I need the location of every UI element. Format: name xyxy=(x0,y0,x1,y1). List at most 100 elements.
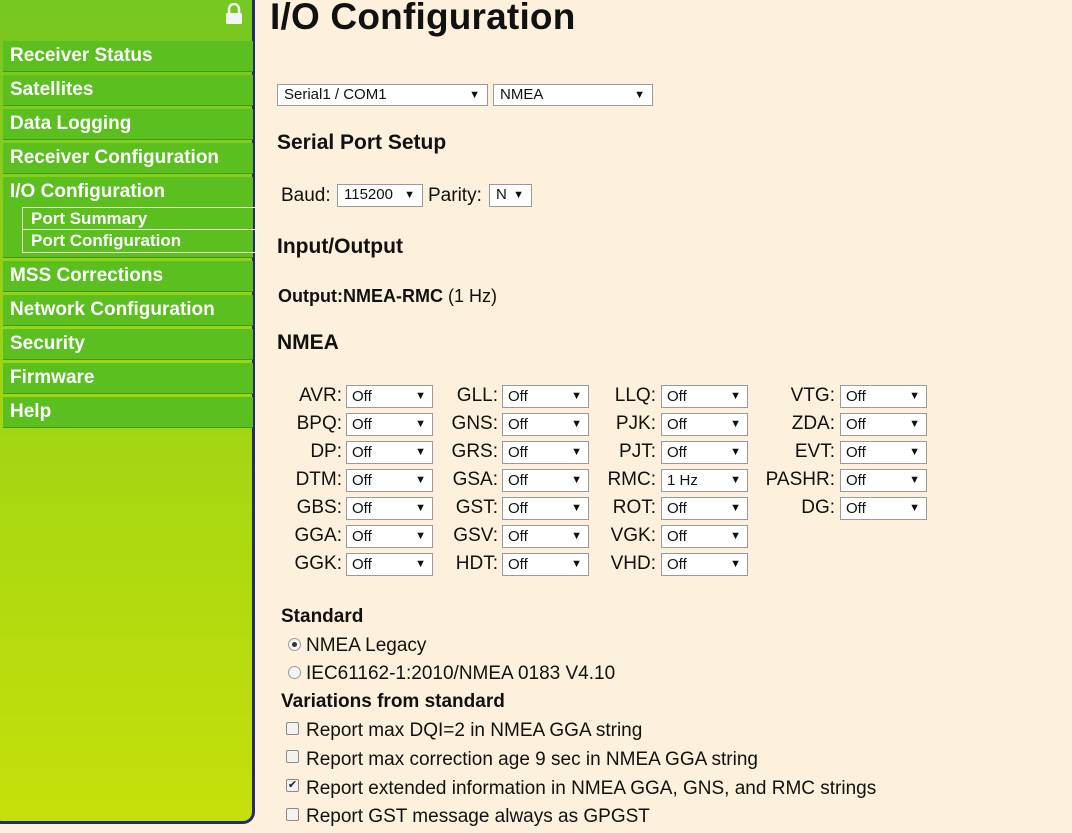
chevron-down-icon: ▼ xyxy=(571,502,582,514)
protocol-select[interactable]: NMEA ▼ xyxy=(493,84,653,106)
nmea-rate-select-dp[interactable]: Off ▼ xyxy=(346,441,433,464)
nmea-rate-value: Off xyxy=(846,444,866,461)
nmea-rate-value: Off xyxy=(352,388,372,405)
nmea-rate-select-vgk[interactable]: Off ▼ xyxy=(661,525,748,548)
nmea-rate-select-dtm[interactable]: Off ▼ xyxy=(346,469,433,492)
nmea-rate-value: 1 Hz xyxy=(667,472,698,489)
nmea-rate-select-gns[interactable]: Off ▼ xyxy=(502,413,589,436)
nmea-rate-value: Off xyxy=(352,500,372,517)
standard-radio-iec61162[interactable] xyxy=(288,666,301,679)
nmea-label-vgk: VGK: xyxy=(610,525,656,546)
nmea-rate-select-rot[interactable]: Off ▼ xyxy=(661,497,748,520)
sidebar-item-data-logging[interactable]: Data Logging xyxy=(3,109,253,140)
nmea-label-vhd: VHD: xyxy=(610,553,656,574)
variation-label: Report max correction age 9 sec in NMEA … xyxy=(306,749,758,770)
nmea-label-bpq: BPQ: xyxy=(296,413,342,434)
nmea-rate-select-grs[interactable]: Off ▼ xyxy=(502,441,589,464)
sidebar-item-receiver-configuration[interactable]: Receiver Configuration xyxy=(3,143,253,174)
nmea-rate-select-zda[interactable]: Off ▼ xyxy=(840,413,927,436)
nmea-label-gga: GGA: xyxy=(294,525,342,546)
sidebar-item-io-configuration-label[interactable]: I/O Configuration xyxy=(10,177,253,207)
standard-option-label: IEC61162-1:2010/NMEA 0183 V4.10 xyxy=(306,663,616,684)
nmea-rate-select-gsv[interactable]: Off ▼ xyxy=(502,525,589,548)
output-label: Output:NMEA-RMC xyxy=(278,286,443,306)
nmea-rate-select-gga[interactable]: Off ▼ xyxy=(346,525,433,548)
chevron-down-icon: ▼ xyxy=(404,189,415,201)
parity-select[interactable]: N ▼ xyxy=(489,184,532,207)
output-rate: (1 Hz) xyxy=(447,286,497,306)
nmea-label-dg: DG: xyxy=(801,497,835,518)
chevron-down-icon: ▼ xyxy=(634,89,645,101)
nmea-rate-select-vtg[interactable]: Off ▼ xyxy=(840,385,927,408)
sidebar-item-help[interactable]: Help xyxy=(3,397,253,428)
port-select[interactable]: Serial1 / COM1 ▼ xyxy=(277,84,488,106)
nmea-rate-select-ggk[interactable]: Off ▼ xyxy=(346,553,433,576)
nmea-rate-select-llq[interactable]: Off ▼ xyxy=(661,385,748,408)
nmea-label-gll: GLL: xyxy=(456,385,498,406)
nmea-rate-select-avr[interactable]: Off ▼ xyxy=(346,385,433,408)
standard-option-label: NMEA Legacy xyxy=(306,635,427,656)
nmea-rate-select-gst[interactable]: Off ▼ xyxy=(502,497,589,520)
chevron-down-icon: ▼ xyxy=(730,502,741,514)
nmea-rate-value: Off xyxy=(508,416,528,433)
nmea-rate-select-vhd[interactable]: Off ▼ xyxy=(661,553,748,576)
nmea-rate-value: Off xyxy=(508,444,528,461)
nmea-label-evt: EVT: xyxy=(794,441,835,462)
sidebar-item-receiver-status[interactable]: Receiver Status xyxy=(3,41,253,72)
sidebar-item-network-configuration[interactable]: Network Configuration xyxy=(3,295,253,326)
nmea-label-zda: ZDA: xyxy=(791,413,835,434)
nmea-label-avr: AVR: xyxy=(299,385,342,406)
chevron-down-icon: ▼ xyxy=(571,418,582,430)
nmea-rate-select-dg[interactable]: Off ▼ xyxy=(840,497,927,520)
standard-radio-nmea-legacy[interactable] xyxy=(288,638,301,651)
chevron-down-icon: ▼ xyxy=(571,558,582,570)
variation-checkbox-extended-info[interactable]: ✔ xyxy=(286,779,299,792)
nmea-rate-select-bpq[interactable]: Off ▼ xyxy=(346,413,433,436)
chevron-down-icon: ▼ xyxy=(730,530,741,542)
sidebar-subitem-port-summary[interactable]: Port Summary xyxy=(22,207,260,230)
sidebar-subitem-port-configuration[interactable]: Port Configuration xyxy=(22,230,260,253)
nmea-rate-select-evt[interactable]: Off ▼ xyxy=(840,441,927,464)
baud-select[interactable]: 115200 ▼ xyxy=(337,184,423,207)
parity-label: Parity: xyxy=(428,185,482,206)
nmea-rate-value: Off xyxy=(352,416,372,433)
nmea-rate-value: Off xyxy=(846,500,866,517)
sidebar-item-security[interactable]: Security xyxy=(3,329,253,360)
nmea-label-dtm: DTM: xyxy=(295,469,342,490)
nmea-rate-value: Off xyxy=(352,472,372,489)
nmea-rate-select-pjk[interactable]: Off ▼ xyxy=(661,413,748,436)
nmea-rate-select-gsa[interactable]: Off ▼ xyxy=(502,469,589,492)
chevron-down-icon: ▼ xyxy=(730,418,741,430)
nmea-label-rmc: RMC: xyxy=(607,469,656,490)
nmea-rate-select-rmc[interactable]: 1 Hz ▼ xyxy=(661,469,748,492)
variation-checkbox-gst-as-gpgst[interactable] xyxy=(286,808,299,821)
nmea-rate-value: Off xyxy=(846,472,866,489)
port-select-value: Serial1 / COM1 xyxy=(284,86,387,103)
nmea-rate-select-pashr[interactable]: Off ▼ xyxy=(840,469,927,492)
nmea-rate-select-gbs[interactable]: Off ▼ xyxy=(346,497,433,520)
chevron-down-icon: ▼ xyxy=(415,530,426,542)
nmea-rate-value: Off xyxy=(846,388,866,405)
nmea-label-dp: DP: xyxy=(310,441,342,462)
nmea-rate-value: Off xyxy=(667,556,687,573)
serial-port-setup-heading: Serial Port Setup xyxy=(277,131,447,154)
variation-checkbox-max-dqi[interactable] xyxy=(286,722,299,735)
nmea-rate-value: Off xyxy=(352,528,372,545)
nmea-heading: NMEA xyxy=(277,331,339,354)
lock-icon xyxy=(226,3,242,24)
sidebar-item-satellites[interactable]: Satellites xyxy=(3,75,253,106)
variation-label: Report extended information in NMEA GGA,… xyxy=(306,778,877,799)
nmea-rate-select-pjt[interactable]: Off ▼ xyxy=(661,441,748,464)
parity-select-value: N xyxy=(496,186,507,203)
chevron-down-icon: ▼ xyxy=(909,502,920,514)
chevron-down-icon: ▼ xyxy=(730,390,741,402)
sidebar-item-mss-corrections[interactable]: MSS Corrections xyxy=(3,261,253,292)
variation-checkbox-max-correction-age[interactable] xyxy=(286,750,299,763)
nmea-rate-select-gll[interactable]: Off ▼ xyxy=(502,385,589,408)
chevron-down-icon: ▼ xyxy=(415,446,426,458)
nmea-rate-select-hdt[interactable]: Off ▼ xyxy=(502,553,589,576)
chevron-down-icon: ▼ xyxy=(571,390,582,402)
sidebar-item-firmware[interactable]: Firmware xyxy=(3,363,253,394)
nmea-rate-value: Off xyxy=(508,500,528,517)
protocol-select-value: NMEA xyxy=(500,86,544,103)
